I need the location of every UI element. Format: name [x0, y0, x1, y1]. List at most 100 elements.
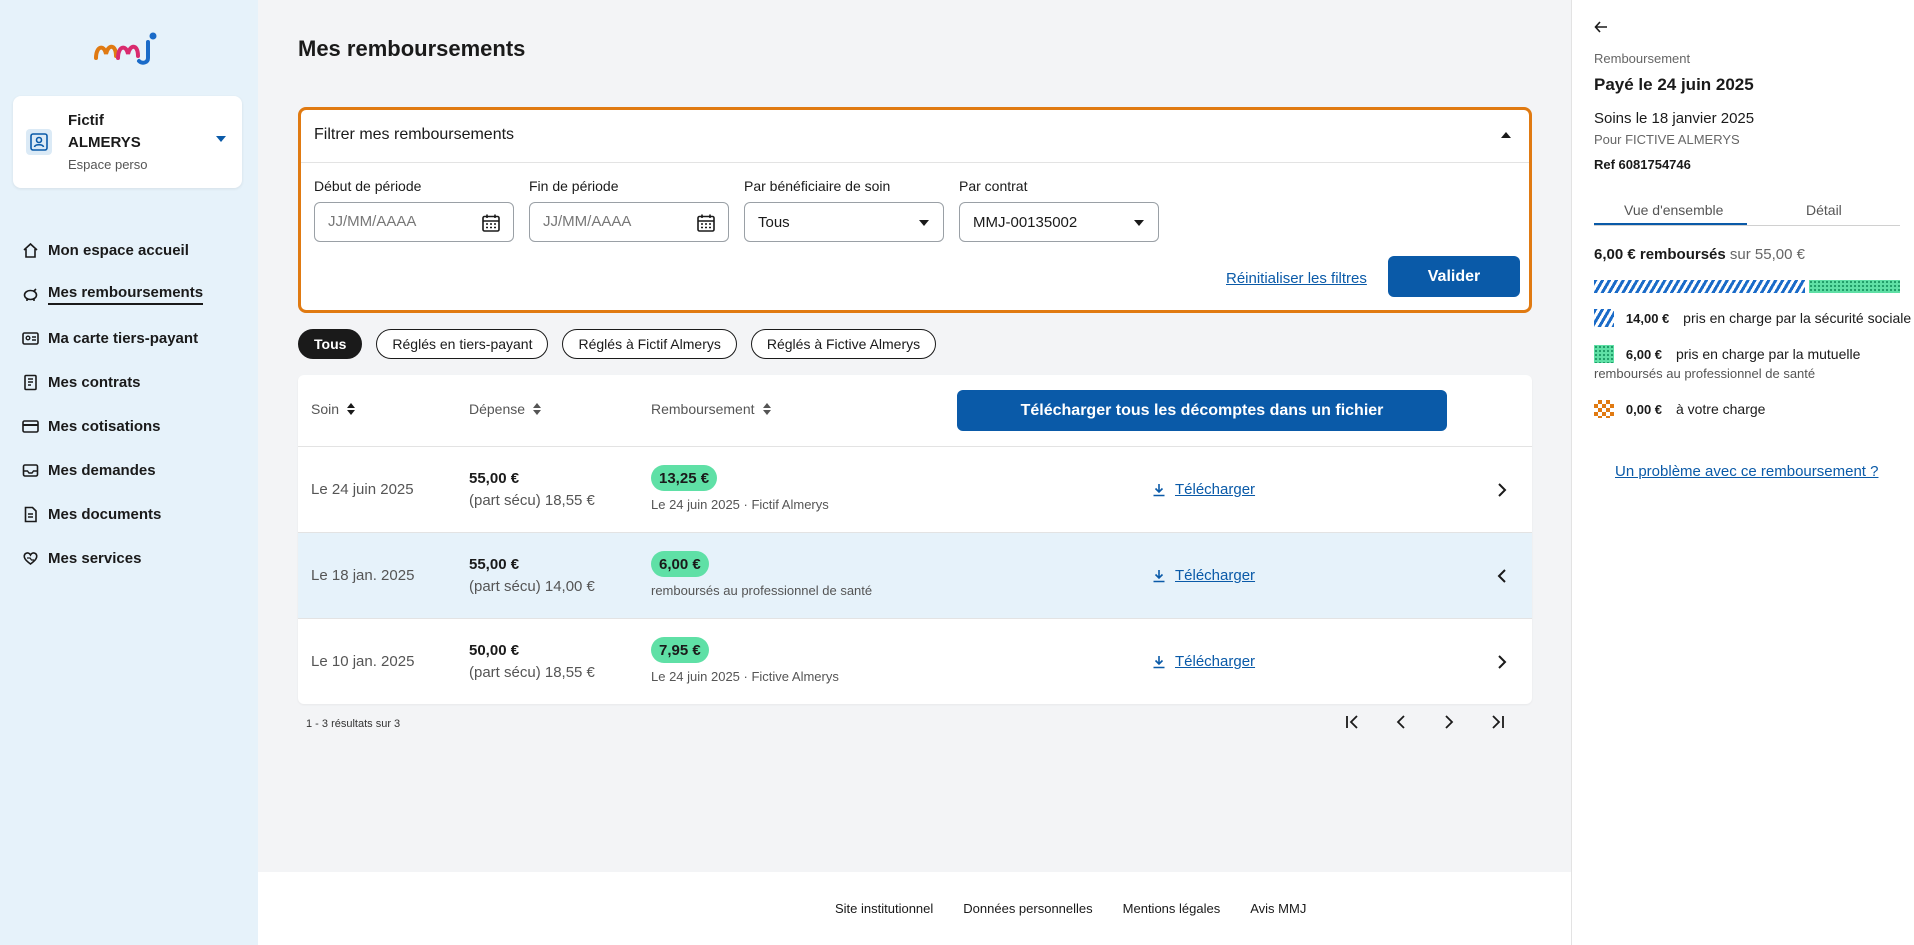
nav-item-carte[interactable]: Ma carte tiers-payant: [22, 316, 247, 360]
legend-amount: 6,00 €: [1625, 347, 1663, 362]
nav-item-services[interactable]: Mes services: [22, 536, 247, 580]
nav-item-documents[interactable]: Mes documents: [22, 492, 247, 536]
chevron-right-icon[interactable]: [1496, 482, 1508, 498]
profile-subtitle: Espace perso: [68, 157, 148, 172]
heart-hand-icon: [23, 551, 38, 565]
row-detail: remboursés au professionnel de santé: [651, 583, 873, 598]
calendar-icon[interactable]: [481, 213, 501, 233]
profile-switcher[interactable]: Fictif ALMERYS Espace perso: [13, 96, 242, 188]
row-date: Le 10 jan. 2025: [311, 653, 415, 670]
table-row[interactable]: Le 24 juin 2025 55,00 € (part sécu) 18,5…: [298, 447, 1532, 533]
first-page-icon[interactable]: [1344, 713, 1362, 731]
footer-links: Site institutionnel Données personnelles…: [835, 901, 1306, 916]
filter-chips: Tous Réglés en tiers-payant Réglés à Fic…: [298, 329, 937, 359]
total-expense: sur 55,00 €: [1729, 246, 1805, 263]
nav-item-label: Mon espace accueil: [48, 241, 189, 259]
nav-item-label: Mes remboursements: [48, 284, 204, 305]
panel-reference: Ref 6081754746: [1594, 157, 1691, 172]
nav-item-accueil[interactable]: Mon espace accueil: [22, 228, 247, 272]
sort-depense[interactable]: Dépense: [469, 401, 542, 417]
row-amount: 50,00 €: [469, 642, 520, 659]
download-link[interactable]: Télécharger: [1152, 481, 1255, 498]
start-date-input[interactable]: [328, 213, 468, 230]
header-remboursement: Remboursement: [651, 401, 755, 417]
table-row[interactable]: Le 18 jan. 2025 55,00 € (part sécu) 14,0…: [298, 533, 1532, 619]
row-amount: 55,00 €: [469, 470, 520, 487]
end-date-input[interactable]: [543, 213, 683, 230]
chevron-right-icon[interactable]: [1496, 654, 1508, 670]
beneficiary-value: Tous: [758, 214, 790, 231]
legend-label: pris en charge par la mutuelle: [1675, 346, 1861, 362]
nav-item-remboursements[interactable]: Mes remboursements: [22, 272, 247, 316]
chip-fictif-almerys[interactable]: Réglés à Fictif Almerys: [562, 329, 737, 359]
filter-toggle[interactable]: Filtrer mes remboursements: [301, 110, 1529, 163]
table-row[interactable]: Le 10 jan. 2025 50,00 € (part sécu) 18,5…: [298, 619, 1532, 704]
download-label: Télécharger: [1175, 653, 1256, 670]
inbox-icon: [22, 463, 39, 477]
chip-tous[interactable]: Tous: [298, 329, 363, 359]
swatch-charge: [1594, 400, 1614, 418]
contract-select[interactable]: MMJ-00135002: [959, 202, 1159, 242]
legend-charge: 0,00 € à votre charge: [1594, 400, 1765, 418]
calendar-icon[interactable]: [696, 213, 716, 233]
nav-item-demandes[interactable]: Mes demandes: [22, 448, 247, 492]
chevron-left-icon[interactable]: [1496, 568, 1508, 584]
mmj-logo[interactable]: [92, 30, 162, 66]
legend-amount: 14,00 €: [1625, 311, 1670, 326]
caret-down-icon: [216, 136, 226, 142]
report-problem-link[interactable]: Un problème avec ce remboursement ?: [1615, 463, 1878, 480]
validate-button[interactable]: Valider: [1388, 256, 1520, 297]
nav-item-contrats[interactable]: Mes contrats: [22, 360, 247, 404]
footer-link-institutionnel[interactable]: Site institutionnel: [835, 901, 933, 916]
refund-badge: 7,95 €: [651, 637, 709, 663]
nav-item-label: Mes services: [48, 549, 142, 567]
row-secu: (part sécu) 14,00 €: [469, 578, 595, 595]
beneficiary-select[interactable]: Tous: [744, 202, 944, 242]
footer-link-avis[interactable]: Avis MMJ: [1250, 901, 1306, 916]
footer-link-mentions[interactable]: Mentions légales: [1123, 901, 1221, 916]
refund-badge: 6,00 €: [651, 551, 709, 577]
sort-soin[interactable]: Soin: [311, 401, 356, 417]
next-page-icon[interactable]: [1440, 713, 1458, 731]
caret-down-icon: [919, 220, 929, 226]
panel-tabs: Vue d'ensemble Détail: [1594, 200, 1900, 226]
beneficiary-label: Par bénéficiaire de soin: [744, 178, 891, 194]
download-icon: [1153, 569, 1165, 582]
legend-label: à votre charge: [1675, 401, 1766, 417]
contract-value: MMJ-00135002: [973, 214, 1078, 231]
sort-remboursement[interactable]: Remboursement: [651, 401, 771, 417]
row-detail: Le 24 juin 2025 · Fictive Almerys: [651, 669, 839, 684]
chip-fictive-almerys[interactable]: Réglés à Fictive Almerys: [750, 329, 937, 359]
profile-last-name: ALMERYS: [68, 134, 141, 151]
refunds-table: Soin Dépense Remboursement Télécharger t…: [298, 375, 1532, 704]
swatch-mutuelle: [1594, 345, 1614, 363]
panel-soins-date: Soins le 18 janvier 2025: [1594, 110, 1755, 127]
reset-filters-link[interactable]: Réinitialiser les filtres: [1226, 270, 1367, 287]
arrow-left-icon[interactable]: [1594, 20, 1608, 34]
nav-item-label: Mes demandes: [48, 461, 156, 479]
tab-detail[interactable]: Détail: [1806, 202, 1842, 218]
download-link[interactable]: Télécharger: [1152, 567, 1255, 584]
last-page-icon[interactable]: [1488, 713, 1506, 731]
footer: Site institutionnel Données personnelles…: [258, 872, 1571, 945]
refund-total: 6,00 € remboursés sur 55,00 €: [1594, 246, 1805, 263]
footer-link-donnees[interactable]: Données personnelles: [963, 901, 1092, 916]
chip-tiers-payant[interactable]: Réglés en tiers-payant: [376, 329, 549, 359]
caret-up-icon: [1501, 132, 1511, 138]
download-link[interactable]: Télécharger: [1152, 653, 1255, 670]
panel-beneficiary: Pour FICTIVE ALMERYS: [1594, 132, 1740, 147]
start-date-box[interactable]: [314, 202, 514, 242]
end-date-box[interactable]: [529, 202, 729, 242]
download-icon: [1153, 483, 1165, 496]
sidebar: Fictif ALMERYS Espace perso Mon espace a…: [0, 0, 258, 945]
caret-down-icon: [1134, 220, 1144, 226]
tab-vue-ensemble[interactable]: Vue d'ensemble: [1624, 202, 1723, 218]
refund-breakdown-bar: [1594, 280, 1900, 293]
prev-page-icon[interactable]: [1392, 713, 1410, 731]
nav-item-cotisations[interactable]: Mes cotisations: [22, 404, 247, 448]
download-all-button[interactable]: Télécharger tous les décomptes dans un f…: [957, 390, 1447, 431]
nav-item-label: Mes cotisations: [48, 417, 161, 435]
active-tab-indicator: [1594, 223, 1747, 225]
row-date: Le 24 juin 2025: [311, 481, 414, 498]
download-icon: [1153, 655, 1165, 668]
